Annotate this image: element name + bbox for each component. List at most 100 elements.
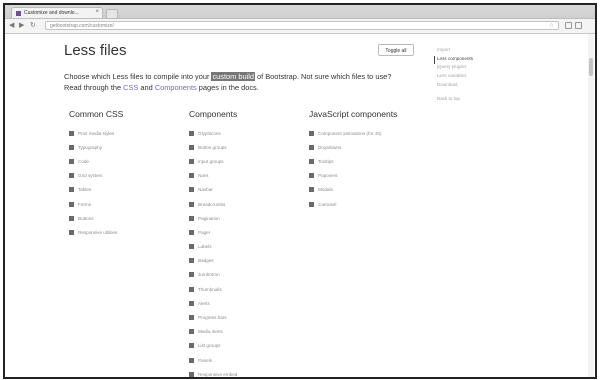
checkbox[interactable] [309, 158, 314, 164]
scrollbar[interactable] [588, 34, 594, 377]
sidenav-item[interactable]: jQuery plugins [437, 64, 517, 73]
checkbox[interactable] [309, 144, 314, 150]
checkbox-item[interactable]: Alerts [189, 296, 237, 310]
checkbox[interactable] [69, 201, 74, 207]
checkbox-label: Media items [198, 329, 223, 335]
sidenav-item[interactable]: Download [437, 82, 517, 91]
checkbox-item[interactable]: Typography [69, 140, 123, 154]
scrollbar-thumb[interactable] [589, 58, 593, 76]
checkbox-label: Tables [78, 187, 92, 193]
checkbox-item[interactable]: Responsive embed [189, 367, 238, 377]
checkbox-item[interactable]: Thumbnails [189, 282, 237, 296]
checkbox-item[interactable]: Tables [69, 183, 123, 197]
checkbox-label: Progress bars [198, 315, 227, 321]
checkbox[interactable] [189, 371, 194, 377]
checkbox[interactable] [189, 173, 194, 179]
checkbox-item[interactable]: Labels [189, 240, 237, 254]
menu-icon[interactable] [575, 22, 582, 29]
checkbox-item[interactable]: Print media styles [69, 126, 123, 140]
back-icon[interactable]: ◀ [9, 22, 14, 30]
address-bar[interactable]: getbootstrap.com/customize/ ☆ [45, 21, 559, 30]
checkbox-item[interactable]: Modals [309, 183, 397, 197]
checkbox-label: Pager [198, 229, 211, 235]
checkbox[interactable] [69, 187, 74, 193]
checkbox[interactable] [189, 286, 194, 292]
forward-icon[interactable]: ▶ [19, 22, 24, 30]
sidenav-item[interactable]: Import [437, 47, 517, 56]
checkbox[interactable] [309, 130, 314, 136]
checkbox[interactable] [69, 229, 74, 235]
checkbox-item[interactable]: Component animations (for JS) [309, 126, 397, 140]
checkbox-item[interactable]: Navbar [189, 183, 237, 197]
checkbox-item[interactable]: Responsive utilities [69, 225, 123, 239]
common-css-column: Common CSS Print media styles Typography C… [69, 109, 123, 240]
browser-tab[interactable]: Customize and downlo... × [11, 7, 103, 18]
checkbox-item[interactable]: Pagination [189, 211, 237, 225]
checkbox-label: Breadcrumbs [198, 201, 226, 207]
checkbox[interactable] [189, 158, 194, 164]
checkbox-item[interactable]: Input groups [189, 154, 237, 168]
checkbox-item[interactable]: Code [69, 154, 123, 168]
checkbox-label: Code [78, 158, 89, 164]
checkbox[interactable] [189, 315, 194, 321]
checkbox-label: Tooltips [318, 158, 334, 164]
toggle-all-button[interactable]: Toggle all [378, 44, 414, 56]
checkbox-item[interactable]: Grid system [69, 169, 123, 183]
close-tab-icon[interactable]: × [95, 9, 99, 15]
checkbox-item[interactable]: Media items [189, 325, 237, 339]
checkbox[interactable] [189, 187, 194, 193]
bookmark-star-icon[interactable]: ☆ [549, 22, 554, 31]
sidenav-item[interactable]: Less components [434, 55, 517, 65]
checkbox-label: Responsive embed [198, 371, 238, 377]
checkbox[interactable] [189, 357, 194, 363]
checkbox[interactable] [189, 343, 194, 349]
checkbox-item[interactable]: Jumbotron [189, 268, 237, 282]
new-tab-button[interactable] [106, 9, 118, 19]
checkbox[interactable] [189, 329, 194, 335]
checkbox-item[interactable]: Tooltips [309, 154, 397, 168]
checkbox[interactable] [69, 158, 74, 164]
checkbox[interactable] [189, 144, 194, 150]
checkbox-item[interactable]: Glyphicons [189, 126, 237, 140]
checkbox[interactable] [69, 130, 74, 136]
back-to-top-link[interactable]: Back to top [437, 96, 517, 105]
checkbox-item[interactable]: Pager [189, 225, 237, 239]
checkbox[interactable] [189, 272, 194, 278]
column-heading: Common CSS [69, 109, 124, 119]
checkbox[interactable] [189, 244, 194, 250]
checkbox-item[interactable]: Breadcrumbs [189, 197, 237, 211]
checkbox-item[interactable]: Carousel [309, 197, 397, 211]
checkbox-item[interactable]: Navs [189, 169, 237, 183]
checkbox[interactable] [189, 201, 194, 207]
checkbox-item[interactable]: List groups [189, 339, 237, 353]
sidenav-item[interactable]: Less variables [437, 73, 517, 82]
checkbox-label: Typography [78, 144, 103, 150]
checkbox-label: Modals [318, 187, 333, 193]
checkbox[interactable] [189, 215, 194, 221]
components-column: Components Glyphicons Button groups Input … [189, 109, 238, 377]
checkbox-item[interactable]: Popovers [309, 169, 397, 183]
checkbox[interactable] [189, 229, 194, 235]
reload-icon[interactable]: ↻ [30, 22, 36, 30]
checkbox-item[interactable]: Badges [189, 254, 237, 268]
checkbox[interactable] [189, 258, 194, 264]
checkbox-label: Dropdowns [318, 144, 342, 150]
checkbox[interactable] [69, 215, 74, 221]
checkbox-item[interactable]: Dropdowns [309, 140, 397, 154]
checkbox-item[interactable]: Button groups [189, 140, 237, 154]
checkbox[interactable] [69, 173, 74, 179]
components-link[interactable]: Components [155, 83, 197, 92]
checkbox-item[interactable]: Forms [69, 197, 123, 211]
checkbox[interactable] [189, 300, 194, 306]
tab-strip: Customize and downlo... × [5, 5, 595, 19]
checkbox[interactable] [69, 144, 74, 150]
css-link[interactable]: CSS [123, 83, 138, 92]
checkbox[interactable] [309, 201, 314, 207]
checkbox-item[interactable]: Panels [189, 353, 237, 367]
checkbox-item[interactable]: Progress bars [189, 310, 237, 324]
checkbox-item[interactable]: Buttons [69, 211, 123, 225]
checkbox[interactable] [189, 130, 194, 136]
checkbox[interactable] [309, 173, 314, 179]
extension-icon[interactable] [565, 22, 572, 29]
checkbox[interactable] [309, 187, 314, 193]
